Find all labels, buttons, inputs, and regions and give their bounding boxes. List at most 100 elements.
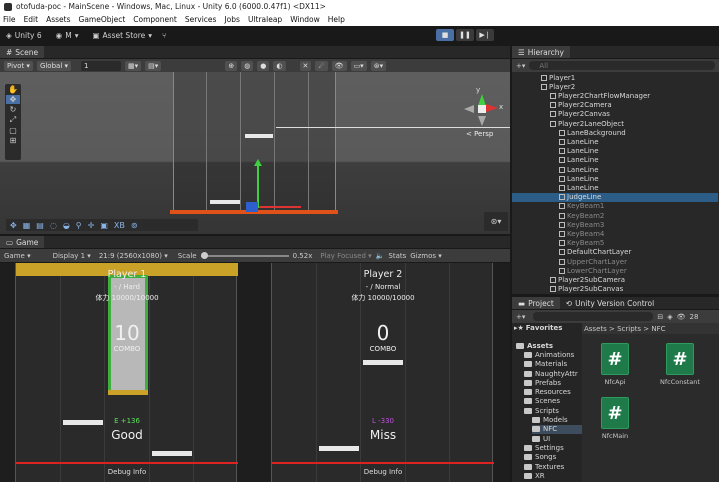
hierarchy-item[interactable]: UpperChartLayer [512,257,718,266]
breadcrumb[interactable]: Assets > Scripts > NFC [582,323,719,334]
orientation-gizmo[interactable]: y x [462,86,503,132]
paint-tool-icon[interactable]: ◒ [63,221,70,230]
grid-visibility-icon[interactable]: ▦▾ [125,60,142,71]
hierarchy-item[interactable]: KeyBeam1 [512,202,718,211]
hierarchy-item[interactable]: Player2Canvas [512,110,718,119]
wireframe-icon[interactable]: ◍ [241,60,254,71]
project-search-input[interactable] [533,312,654,321]
mute-audio-icon[interactable]: 🔈 [376,252,385,260]
tab-hierarchy[interactable]: ☰ Hierarchy [512,46,570,58]
hierarchy-item[interactable]: Player2 [512,82,718,91]
grid-snap-input[interactable]: 1 [81,60,122,71]
project-folder-item[interactable]: NFC [532,424,582,434]
project-folder-item[interactable]: Scenes [524,397,560,406]
camera-settings-icon[interactable]: ⊛▾ [484,212,508,231]
menu-services[interactable]: Services [185,15,217,24]
hierarchy-item[interactable]: JudgeLine [512,192,718,202]
project-folder-item[interactable]: Prefabs [524,378,561,387]
layer-tool-icon[interactable]: ▤ [36,221,44,230]
grid-tool-icon[interactable]: ▦ [23,221,31,230]
scene-viewport[interactable]: y x < Persp ✋ ✥ ↻ ⤢ ▢ ⊞ ✥ ▦ ▤ ◌ ◒ ⚲ ✛ ▣ … [0,72,510,234]
player1-debug-info[interactable]: Debug Info [16,468,238,476]
shaded-icon[interactable]: ● [257,60,270,71]
move-handle-icon[interactable]: ✛ [88,221,95,230]
menu-gameobject[interactable]: GameObject [79,15,126,24]
stats-button[interactable]: Stats [388,252,406,260]
project-folder-item[interactable]: XR [524,471,545,480]
hierarchy-item[interactable]: KeyBeam4 [512,229,718,238]
add-object-button[interactable]: +▾ [516,62,525,70]
file-label[interactable]: NfcApi [595,378,635,386]
x-axis-gizmo[interactable] [259,206,301,208]
hierarchy-item[interactable]: LaneLine [512,165,718,174]
xb-icon[interactable]: XB [114,221,125,230]
lit-icon[interactable]: ◐ [273,60,286,71]
hierarchy-item[interactable]: LaneBackground [512,128,718,137]
globe-icon[interactable]: ⊕ [225,60,238,71]
hierarchy-item[interactable]: DefaultChartLayer [512,248,718,257]
hierarchy-item[interactable]: LaneLine [512,183,718,192]
zoom-tool-icon[interactable]: ⚲ [76,221,82,230]
hierarchy-item[interactable]: Player2SubCamera [512,275,718,284]
menu-help[interactable]: Help [328,15,345,24]
orbit-tool-icon[interactable]: ◌ [50,221,57,230]
file-label[interactable]: NfcConstant [656,378,704,386]
csharp-script-icon[interactable]: # [601,397,629,429]
hierarchy-search-input[interactable]: All [529,61,715,70]
hierarchy-item[interactable]: Player2SubCanvas [512,285,718,294]
project-folder-item[interactable]: Settings [524,443,564,452]
projection-label[interactable]: < Persp [466,130,493,138]
eye-icon[interactable]: 👁 [677,313,686,321]
display-dropdown[interactable]: Display 1 ▾ [53,252,91,260]
tab-game[interactable]: ▭ Game [0,236,45,248]
visibility-icon[interactable]: 👁 [331,60,347,71]
create-asset-button[interactable]: +▾ [516,313,525,321]
tab-scene[interactable]: # Scene [0,46,45,58]
project-folder-item[interactable]: Assets [516,341,553,350]
menu-window[interactable]: Window [290,15,320,24]
project-folder-item[interactable]: Materials [524,360,567,369]
hierarchy-item[interactable]: KeyBeam2 [512,211,718,220]
game-mode-dropdown[interactable]: Game ▾ [4,252,31,260]
global-dropdown[interactable]: Global ▾ [36,60,72,71]
snap-increment-icon[interactable]: ▤▾ [145,60,162,71]
menu-ultraleap[interactable]: Ultraleap [248,15,282,24]
hierarchy-item[interactable]: KeyBeam3 [512,220,718,229]
hierarchy-item[interactable]: KeyBeam5 [512,239,718,248]
unity-version-button[interactable]: ◈ Unity 6 [6,31,42,40]
menu-edit[interactable]: Edit [24,15,39,24]
version-control-button[interactable]: ⑂ [162,31,167,40]
fill-tool-icon[interactable]: ▣ [100,221,108,230]
tile-tool-icon[interactable]: ✥ [10,221,17,230]
tab-project[interactable]: ▬ Project [512,297,560,309]
favorites-item[interactable]: ▸★ Favorites [514,323,562,332]
menu-assets[interactable]: Assets [46,15,70,24]
aspect-dropdown[interactable]: 21:9 (2560x1080) ▾ [99,252,168,260]
pivot-dropdown[interactable]: Pivot ▾ [4,60,33,71]
gizmos-dropdown[interactable]: Gizmos ▾ [410,252,442,260]
camera-icon[interactable]: ▭▾ [350,60,367,71]
hierarchy-item[interactable]: Player2LaneObject [512,119,718,128]
step-button[interactable]: ▶❘ [476,29,494,41]
hierarchy-item[interactable]: LowerChartLayer [512,266,718,275]
player2-debug-info[interactable]: Debug Info [272,468,494,476]
pause-button[interactable]: ❚❚ [456,29,474,41]
project-folder-item[interactable]: Resources [524,388,571,397]
project-folder-item[interactable]: Textures [524,462,564,471]
menu-file[interactable]: File [3,15,16,24]
project-folder-item[interactable]: NaughtyAttr [524,369,578,378]
gizmos-icon[interactable]: ⊛▾ [370,60,387,71]
hierarchy-item[interactable]: LaneLine [512,156,718,165]
file-label[interactable]: NfcMain [595,432,635,440]
hand-tool-icon[interactable]: ✋ [8,85,18,94]
filter-icon[interactable]: ⊟ [657,313,663,321]
game-viewport[interactable]: Player 1 - / Hard 体力 10000/10000 10 COMB… [0,263,510,482]
project-folder-item[interactable]: UI [532,434,550,443]
asset-store-button[interactable]: ▣ Asset Store ▾ [92,31,152,40]
tab-version-control[interactable]: ⟲ Unity Version Control [560,299,660,308]
project-folder-item[interactable]: Scripts [524,406,559,415]
scale-slider-handle[interactable] [200,251,208,259]
rect-tool-icon[interactable]: ▢ [9,126,17,135]
hierarchy-item[interactable]: LaneLine [512,174,718,183]
move-tool-icon[interactable]: ✥ [6,95,20,104]
